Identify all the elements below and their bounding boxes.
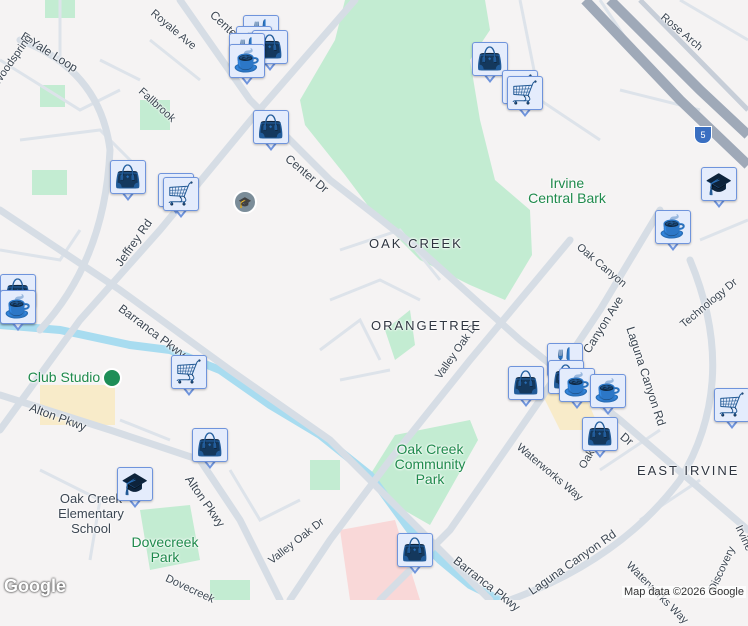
shopping-marker[interactable]: 👜 xyxy=(397,533,433,577)
school-icon: 🎓 xyxy=(705,171,733,196)
grocery-icon: 🛒 xyxy=(511,80,539,105)
park-patch xyxy=(210,580,250,600)
cafe-icon: ☕ xyxy=(563,372,591,397)
google-logo: Google xyxy=(4,576,66,596)
shopping-marker[interactable]: 👜 xyxy=(110,160,146,204)
shopping-marker[interactable]: 👜 xyxy=(192,428,228,472)
shopping-icon: 👜 xyxy=(512,370,540,395)
school-poi-icon[interactable]: 🎓 xyxy=(233,190,257,214)
grocery-icon: 🛒 xyxy=(718,392,746,417)
cafe-icon: ☕ xyxy=(594,378,622,403)
shopping-icon: 👜 xyxy=(586,421,614,446)
school-marker[interactable]: 🎓 xyxy=(701,167,737,211)
cafe-marker[interactable]: ☕ xyxy=(655,210,691,254)
freeway-ramp xyxy=(638,0,748,112)
cafe-icon: ☕ xyxy=(4,294,32,319)
map-attribution[interactable]: Map data ©2026 Google xyxy=(621,586,746,598)
cafe-icon: ☕ xyxy=(659,214,687,239)
area-label-oak-creek: OAK CREEK xyxy=(369,236,463,251)
grocery-marker[interactable]: 🛒 xyxy=(163,177,199,221)
cafe-marker[interactable]: ☕ xyxy=(0,290,36,334)
shopping-icon: 👜 xyxy=(196,432,224,457)
interstate-shield-icon: 5 xyxy=(694,126,712,144)
place-label-club-studio[interactable]: Club Studio xyxy=(24,370,104,385)
place-label-dovecreek-park[interactable]: Dovecreek Park xyxy=(125,535,205,565)
cafe-icon: ☕ xyxy=(233,48,261,73)
shopping-icon: 👜 xyxy=(401,537,429,562)
school-icon: 🎓 xyxy=(121,471,149,496)
grocery-icon: 🛒 xyxy=(175,359,203,384)
shopping-marker[interactable]: 👜 xyxy=(508,366,544,410)
shopping-icon: 👜 xyxy=(257,114,285,139)
shopping-marker[interactable]: 👜 xyxy=(582,417,618,461)
shopping-marker[interactable]: 👜 xyxy=(253,110,289,154)
grocery-marker[interactable]: 🛒 xyxy=(714,388,748,432)
school-marker[interactable]: 🎓 xyxy=(117,467,153,511)
place-label-oak-creek-park[interactable]: Oak Creek Community Park xyxy=(388,442,472,487)
area-label-east-irvine: EAST IRVINE xyxy=(637,463,740,478)
grocery-icon: 🛒 xyxy=(167,181,195,206)
place-label-irvine-central-bark[interactable]: Irvine Central Bark xyxy=(527,176,607,206)
grocery-marker[interactable]: 🛒 xyxy=(507,76,543,120)
park-patch xyxy=(32,170,67,195)
shopping-icon: 👜 xyxy=(114,164,142,189)
gym-poi-icon[interactable] xyxy=(102,368,122,388)
area-label-orangetree: ORANGETREE xyxy=(371,318,483,333)
grocery-marker[interactable]: 🛒 xyxy=(171,355,207,399)
cafe-marker[interactable]: ☕ xyxy=(590,374,626,418)
cafe-marker[interactable]: ☕ xyxy=(229,44,265,88)
shopping-icon: 👜 xyxy=(476,46,504,71)
park-patch xyxy=(310,460,340,490)
